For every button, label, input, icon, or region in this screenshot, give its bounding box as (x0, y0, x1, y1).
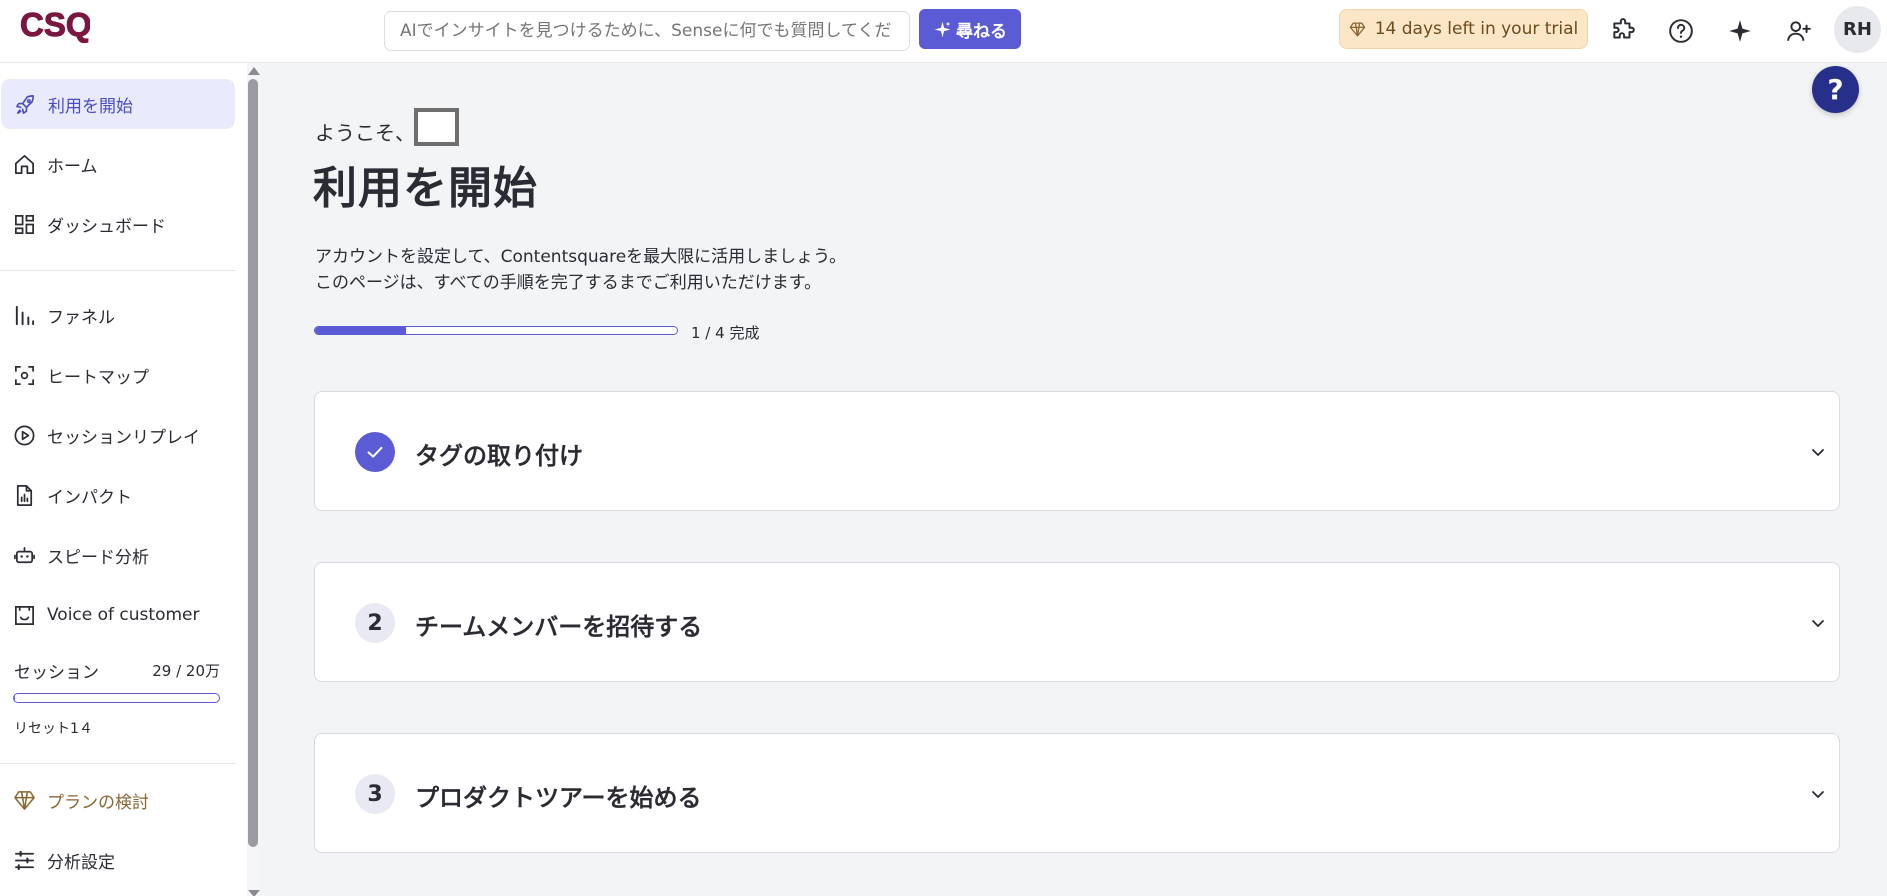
trial-badge[interactable]: 14 days left in your trial (1339, 9, 1588, 49)
user-name-placeholder (414, 108, 459, 146)
sidebar: 利用を開始 ホーム ダッシュボード ファネル ヒートマップ セッションリプレイ … (0, 63, 247, 896)
scroll-up-arrow[interactable] (248, 67, 260, 75)
sidebar-item-label: ヒートマップ (47, 367, 149, 388)
step-number-badge: 3 (355, 774, 395, 814)
sidebar-scrollbar-thumb[interactable] (248, 79, 258, 847)
rocket-icon (13, 92, 37, 116)
sliders-icon (12, 848, 36, 872)
scroll-down-arrow[interactable] (248, 890, 260, 896)
funnel-chart-icon (12, 303, 36, 327)
session-count: 29 / 20万 (152, 662, 220, 680)
sidebar-item-voice-of-customer[interactable]: Voice of customer (0, 590, 234, 640)
step-title: チームメンバーを招待する (415, 613, 703, 641)
sidebar-item-session-replay[interactable]: セッションリプレイ (0, 410, 234, 460)
diamond-icon (12, 788, 36, 812)
puzzle-icon (1613, 18, 1635, 39)
step-card-invite-team[interactable]: 2 チームメンバーを招待する (314, 562, 1840, 682)
page-description: アカウントを設定して、Contentsquareを最大限に活用しましょう。 (315, 247, 847, 267)
avatar[interactable]: RH (1834, 6, 1881, 53)
sparkle-icon (1729, 20, 1751, 42)
step-title: タグの取り付け (415, 442, 583, 470)
sidebar-item-label: プランの検討 (47, 792, 149, 813)
add-user-icon (1787, 21, 1811, 41)
help-button-top[interactable] (1662, 12, 1700, 50)
sidebar-item-heatmap[interactable]: ヒートマップ (0, 350, 234, 400)
welcome-text: ようこそ、 (315, 121, 415, 145)
page-description-2: このページは、すべての手順を完了するまでご利用いただけます。 (315, 273, 822, 293)
sidebar-item-funnel[interactable]: ファネル (0, 290, 234, 340)
play-circle-icon (12, 423, 36, 447)
sidebar-item-dashboard[interactable]: ダッシュボード (0, 199, 234, 249)
sidebar-item-plan[interactable]: プランの検討 (0, 775, 234, 825)
step-title: プロダクトツアーを始める (415, 784, 702, 812)
sidebar-item-label: ダッシュボード (47, 216, 166, 237)
sidebar-item-label: スピード分析 (47, 547, 149, 568)
sidebar-item-home[interactable]: ホーム (0, 139, 234, 189)
sidebar-item-label: 分析設定 (47, 852, 115, 873)
onboarding-progress-fill (315, 327, 406, 334)
robot-icon (12, 543, 36, 567)
chevron-down-icon[interactable] (1810, 615, 1826, 631)
session-usage-bar (13, 693, 220, 703)
top-bar: CSQ 尋ねる 14 days left in your trial RH (0, 0, 1887, 63)
sidebar-divider (0, 763, 236, 764)
sidebar-divider (0, 270, 236, 271)
dashboard-icon (12, 212, 36, 236)
onboarding-progress-bar (314, 326, 678, 335)
sidebar-item-impact[interactable]: インパクト (0, 470, 234, 520)
help-circle-icon (1669, 19, 1693, 43)
step-complete-badge (355, 432, 395, 472)
floating-help-button[interactable]: ? (1812, 66, 1859, 113)
sidebar-item-label: セッションリプレイ (47, 427, 200, 448)
sidebar-item-label: ホーム (47, 156, 98, 177)
invite-user-button[interactable] (1780, 12, 1818, 50)
heatmap-icon (12, 363, 36, 387)
sparkle-icon (934, 21, 951, 37)
search-input[interactable] (384, 11, 910, 51)
page-title: 利用を開始 (313, 163, 538, 214)
home-icon (12, 152, 36, 176)
report-icon (12, 483, 36, 507)
csq-logo[interactable]: CSQ (20, 6, 90, 44)
step-card-product-tour[interactable]: 3 プロダクトツアーを始める (314, 733, 1840, 853)
sidebar-item-get-started[interactable]: 利用を開始 (1, 79, 235, 129)
ask-button[interactable]: 尋ねる (919, 9, 1021, 49)
sidebar-item-label: インパクト (47, 487, 132, 508)
chevron-down-icon[interactable] (1810, 786, 1826, 802)
smiley-icon (12, 603, 36, 627)
ask-button-label: 尋ねる (956, 21, 1007, 42)
step-number-badge: 2 (355, 603, 395, 643)
integrations-button[interactable] (1604, 12, 1642, 50)
diamond-icon (1349, 21, 1365, 37)
ai-button[interactable] (1721, 12, 1759, 50)
session-reset-text: リセット1４ (14, 721, 93, 737)
sidebar-item-speed-analysis[interactable]: スピード分析 (0, 530, 234, 580)
step-card-install-tag[interactable]: タグの取り付け (314, 391, 1840, 511)
sidebar-item-settings[interactable]: 分析設定 (0, 835, 234, 885)
progress-text: 1 / 4 完成 (691, 324, 760, 342)
session-label: セッション (14, 663, 99, 683)
check-icon (367, 446, 383, 458)
trial-label: 14 days left in your trial (1374, 19, 1579, 39)
chevron-down-icon[interactable] (1810, 444, 1826, 460)
sidebar-item-label: Voice of customer (47, 605, 200, 625)
sidebar-item-label: 利用を開始 (48, 96, 133, 117)
sidebar-item-label: ファネル (47, 307, 115, 328)
logo-text: CSQ (20, 6, 90, 43)
